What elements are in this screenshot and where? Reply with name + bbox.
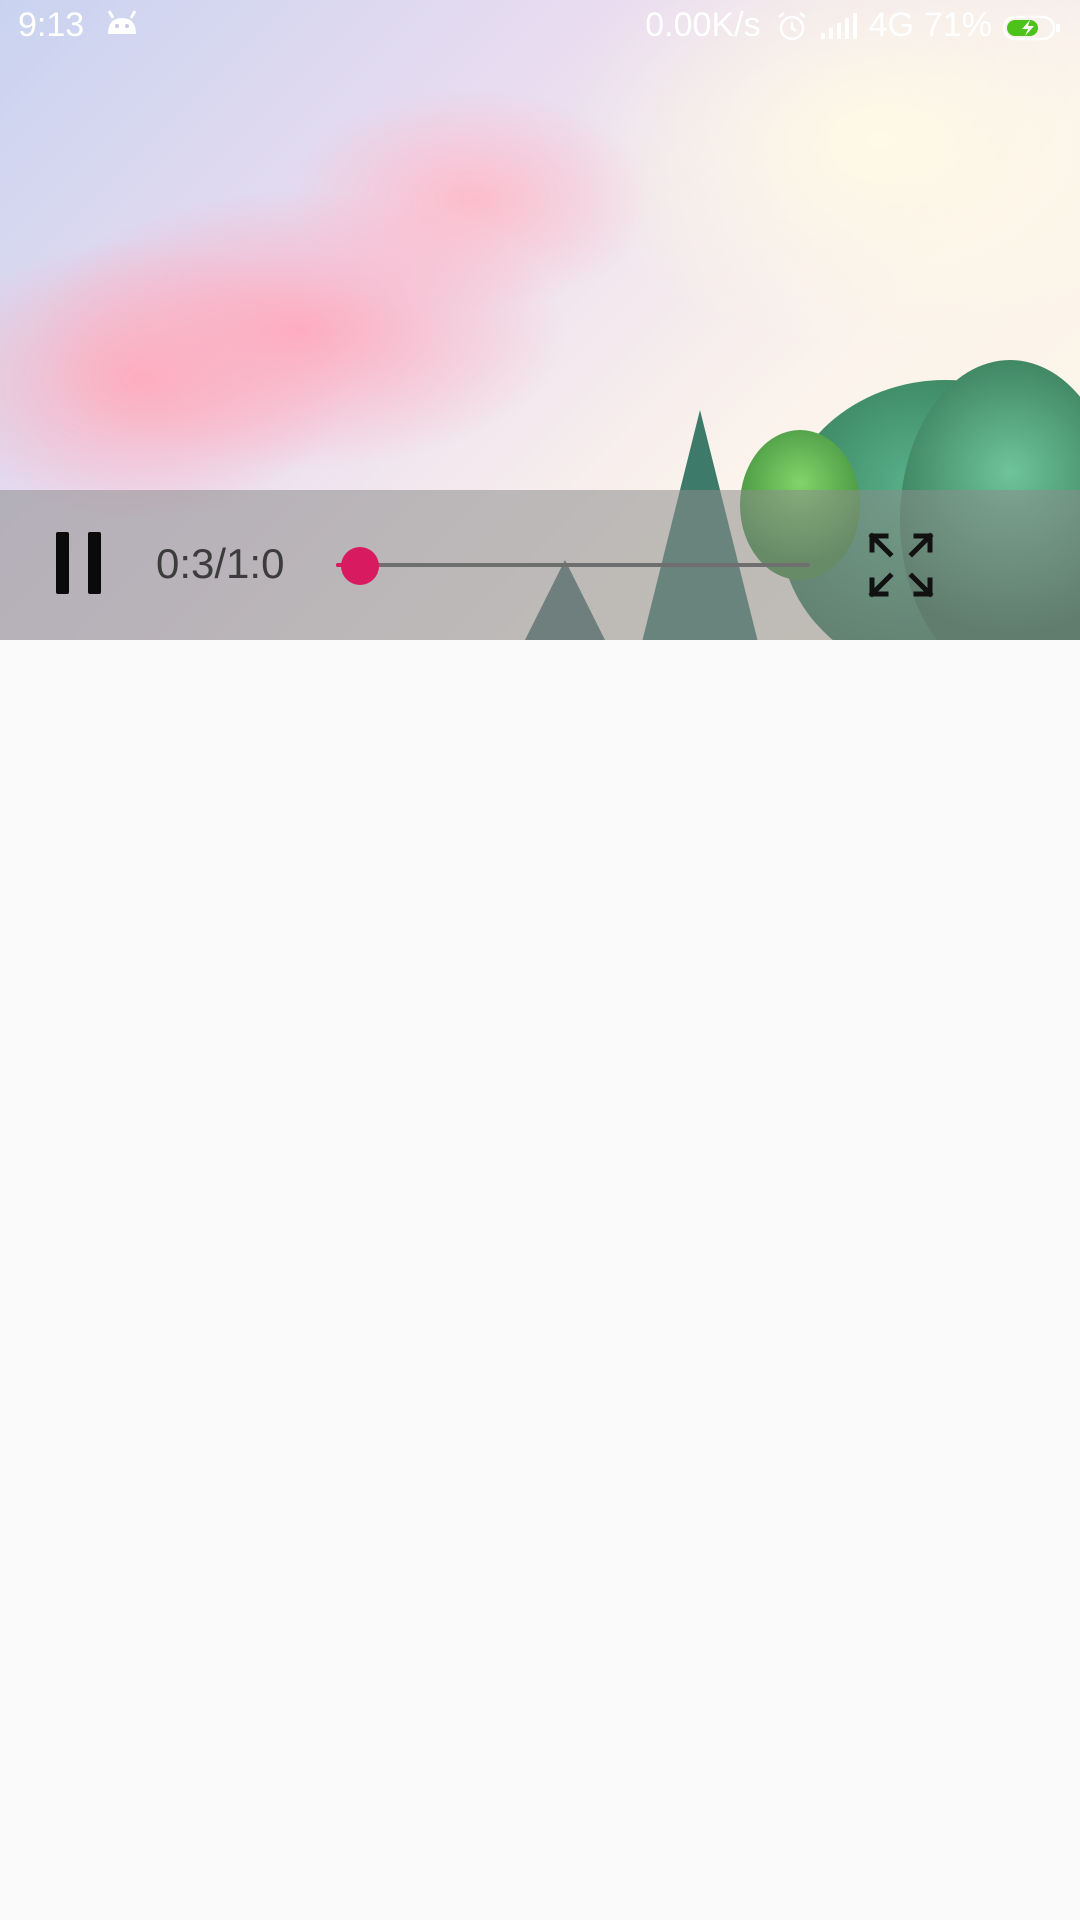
alarm-icon: [775, 9, 809, 43]
seek-bar[interactable]: [336, 542, 810, 588]
network-speed: 0.00K/s: [645, 6, 761, 44]
network-type: 4G: [868, 6, 914, 44]
seek-thumb[interactable]: [340, 547, 379, 585]
status-bar: 9:13 0.00K/s 4G 71%: [0, 0, 1080, 50]
pause-button[interactable]: [52, 532, 106, 598]
seek-track: [336, 563, 810, 567]
player-control-bar: 0:3/1:0: [0, 490, 1080, 640]
status-right-group: 0.00K/s 4G 71%: [645, 6, 1062, 45]
playback-time: 0:3/1:0: [156, 540, 285, 587]
signal-icon: [819, 11, 859, 41]
battery-percent: 71%: [923, 6, 992, 44]
status-time: 9:13: [18, 6, 85, 44]
battery-charging-icon: [1002, 12, 1062, 40]
screen: 9:13 0.00K/s 4G 71% 0:3/1:0: [0, 0, 1080, 1920]
fullscreen-button[interactable]: [866, 530, 936, 600]
android-notification-icon: [104, 8, 140, 40]
fullscreen-expand-icon: [868, 532, 934, 598]
